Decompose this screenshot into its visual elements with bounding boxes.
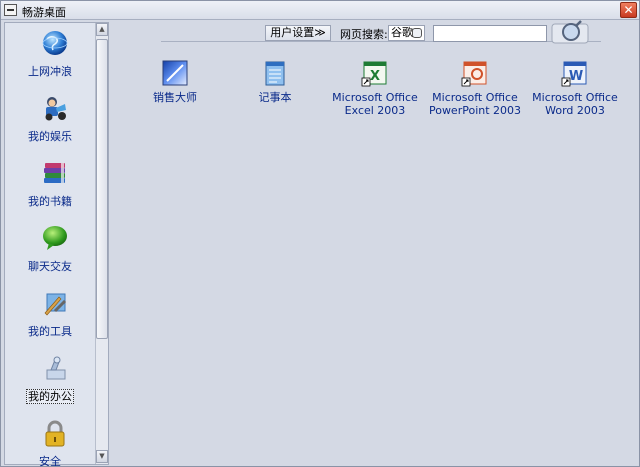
svg-text:W: W [569,69,583,84]
entertainment-icon [45,97,66,121]
desktop-window: 畅游桌面 ✕ 上网冲浪 我的娱乐 我的书籍 聊天交友 我的工具 我的办公 安全 … [0,0,640,467]
search-input[interactable] [433,25,547,42]
books-icon [44,163,65,183]
app-label-line2: Excel 2003 [344,104,406,117]
scroll-down-arrow-icon[interactable]: ▼ [96,450,108,463]
user-settings-button[interactable]: 用户设置≫ [265,25,331,41]
sidebar-item-label: 我的工具 [28,325,72,338]
app-label-line2: PowerPoint 2003 [428,104,522,117]
sidebar-item-label: 聊天交友 [28,260,72,273]
chat-bubble-icon [43,226,67,250]
title-bar[interactable]: 畅游桌面 ✕ [1,1,639,20]
double-chevron-icon: ≫ [314,26,326,39]
scroll-thumb[interactable] [96,39,108,339]
word-icon: W [561,61,587,87]
sidebar-scrollbar[interactable]: ▲ ▼ [95,23,108,464]
sidebar-item-chat[interactable]: 聊天交友 [5,220,95,280]
excel-icon: X [361,61,387,87]
sales-master-icon [162,60,188,86]
sidebar-item-label: 我的书籍 [28,195,72,208]
app-label: Microsoft Office [432,91,518,104]
sidebar-item-internet[interactable]: 上网冲浪 [5,25,95,85]
app-label: 销售大师 [153,91,197,104]
sidebar-list: 上网冲浪 我的娱乐 我的书籍 聊天交友 我的工具 我的办公 安全 [5,23,95,467]
sidebar-item-entertainment[interactable]: 我的娱乐 [5,90,95,150]
app-label: Microsoft Office [532,91,618,104]
tools-icon [44,293,67,316]
sidebar-item-label: 安全 [39,455,61,467]
sidebar-item-office[interactable]: 我的办公 [5,350,95,410]
sidebar-item-tools[interactable]: 我的工具 [5,285,95,345]
system-menu-icon[interactable] [4,4,17,16]
user-settings-label: 用户设置 [270,26,315,39]
dropdown-icon[interactable] [412,28,422,38]
close-button[interactable]: ✕ [620,2,637,18]
svg-text:X: X [370,69,380,84]
sidebar-item-label: 我的办公 [26,389,74,404]
sidebar: 上网冲浪 我的娱乐 我的书籍 聊天交友 我的工具 我的办公 安全 ▲ ▼ [4,22,109,467]
app-label-line2: Word 2003 [545,104,605,117]
app-label: Microsoft Office [332,91,418,104]
notepad-icon [265,61,285,86]
powerpoint-icon [461,61,487,87]
sidebar-item-security[interactable]: 安全 [5,415,95,467]
sidebar-item-label: 我的娱乐 [28,130,72,143]
search-engine-select[interactable]: 谷歌 [388,25,425,41]
sidebar-item-books[interactable]: 我的书籍 [5,155,95,215]
app-label: 记事本 [258,91,292,104]
sidebar-item-label: 上网冲浪 [28,65,72,78]
scroll-up-arrow-icon[interactable]: ▲ [96,23,108,36]
lock-icon [45,420,65,447]
globe-icon [42,31,68,55]
search-engine-value: 谷歌 [391,26,413,39]
office-icon [46,356,66,380]
web-search-label: 网页搜索: [340,28,388,41]
window-title: 畅游桌面 [22,6,66,19]
search-button[interactable] [551,20,589,44]
